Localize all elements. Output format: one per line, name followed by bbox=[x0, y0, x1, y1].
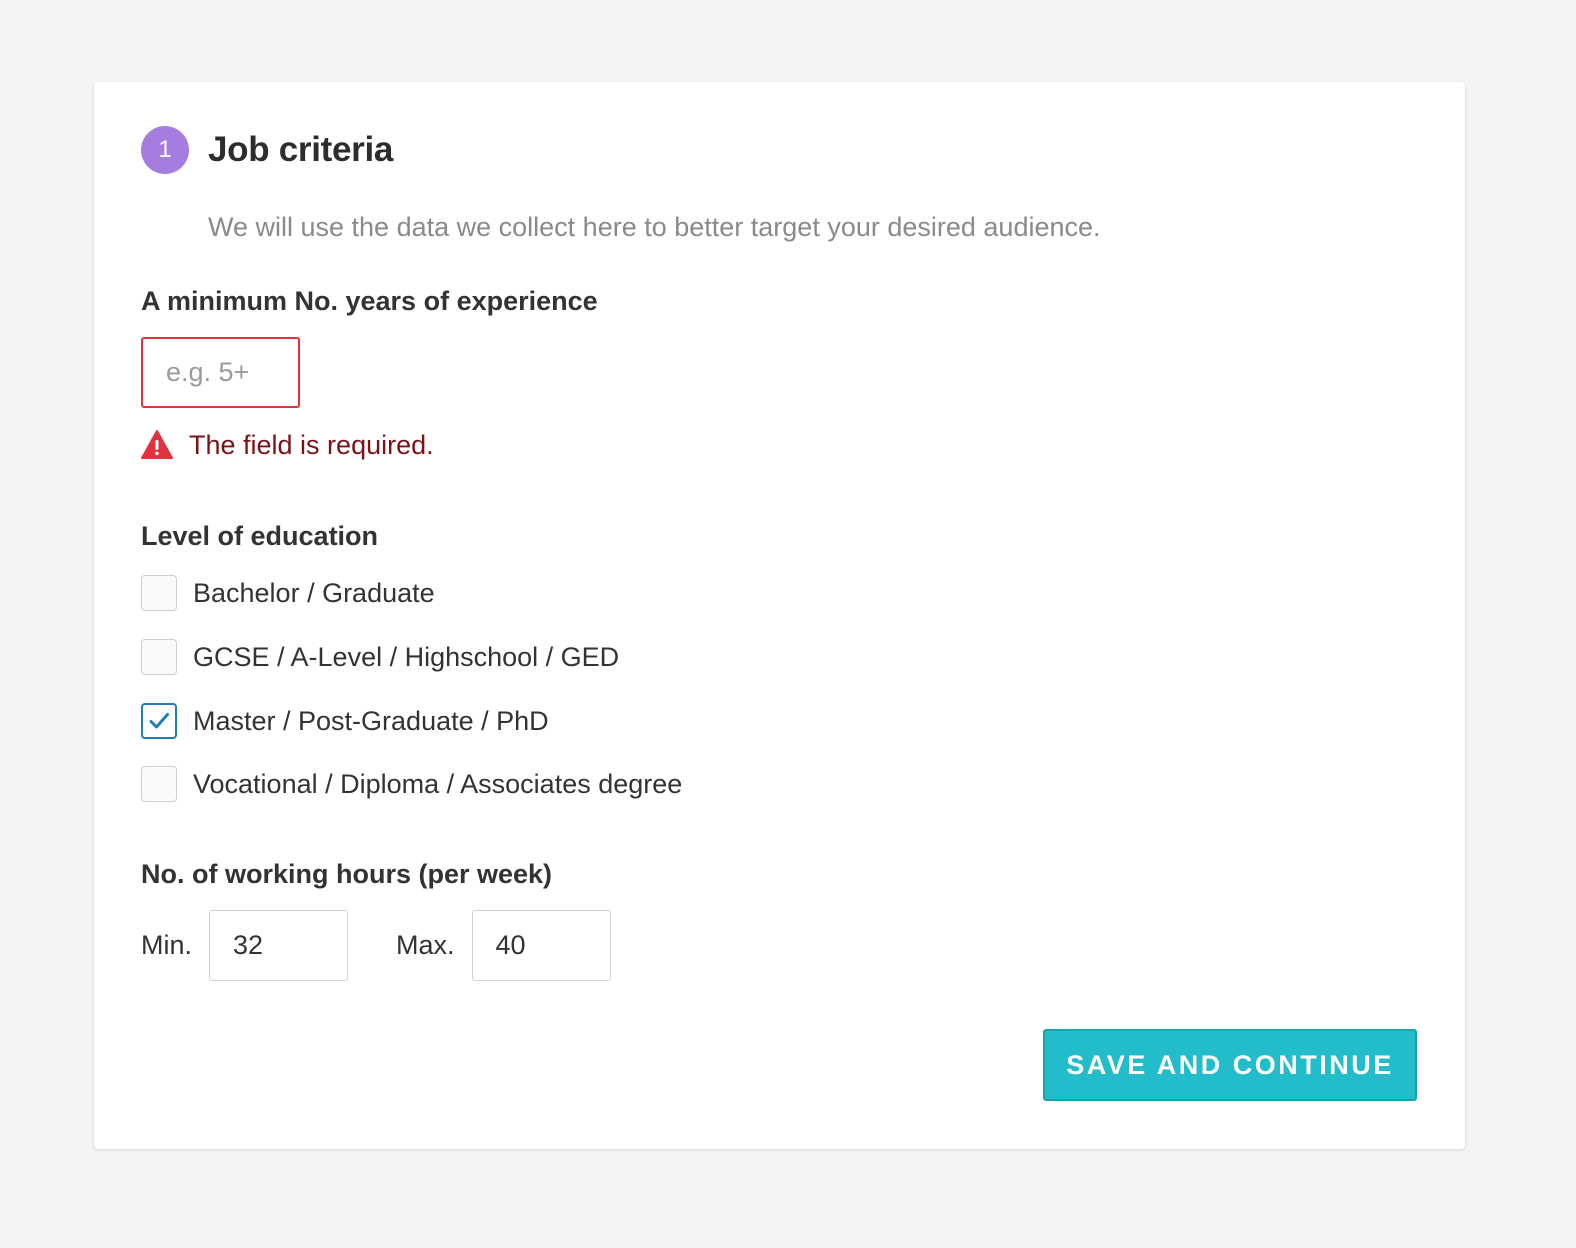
education-option-master[interactable]: Master / Post-Graduate / PhD bbox=[141, 703, 549, 739]
warning-triangle-icon bbox=[141, 430, 173, 459]
page-title: Job criteria bbox=[208, 130, 394, 169]
step-number-badge: 1 bbox=[141, 126, 189, 174]
checkbox[interactable] bbox=[141, 766, 177, 802]
page-subtitle: We will use the data we collect here to … bbox=[208, 212, 1101, 242]
education-option-bachelor[interactable]: Bachelor / Graduate bbox=[141, 575, 435, 611]
save-and-continue-button[interactable]: SAVE AND CONTINUE bbox=[1043, 1029, 1417, 1101]
checkbox-label: Master / Post-Graduate / PhD bbox=[193, 706, 549, 736]
job-criteria-card: 1 Job criteria We will use the data we c… bbox=[94, 82, 1465, 1149]
experience-label: A minimum No. years of experience bbox=[141, 286, 598, 316]
max-hours-label: Max. bbox=[396, 930, 455, 960]
checkbox-label: Bachelor / Graduate bbox=[193, 578, 435, 608]
checkbox[interactable] bbox=[141, 575, 177, 611]
error-message: The field is required. bbox=[189, 430, 434, 460]
hours-inputs: Min. Max. bbox=[141, 910, 611, 981]
min-hours-label: Min. bbox=[141, 930, 193, 960]
checkbox-label: Vocational / Diploma / Associates degree bbox=[193, 769, 683, 799]
max-hours-input[interactable] bbox=[471, 910, 611, 981]
education-label: Level of education bbox=[141, 521, 379, 551]
hours-label: No. of working hours (per week) bbox=[141, 859, 553, 889]
checkmark-icon bbox=[149, 713, 169, 729]
education-option-gcse[interactable]: GCSE / A-Level / Highschool / GED bbox=[141, 639, 619, 675]
checkbox-checked[interactable] bbox=[141, 703, 177, 739]
experience-error: The field is required. bbox=[141, 427, 434, 463]
checkbox-label: GCSE / A-Level / Highschool / GED bbox=[193, 642, 620, 672]
min-hours-input[interactable] bbox=[209, 910, 349, 981]
experience-input[interactable] bbox=[141, 337, 300, 408]
checkbox[interactable] bbox=[141, 639, 177, 675]
education-option-vocational[interactable]: Vocational / Diploma / Associates degree bbox=[141, 766, 682, 802]
